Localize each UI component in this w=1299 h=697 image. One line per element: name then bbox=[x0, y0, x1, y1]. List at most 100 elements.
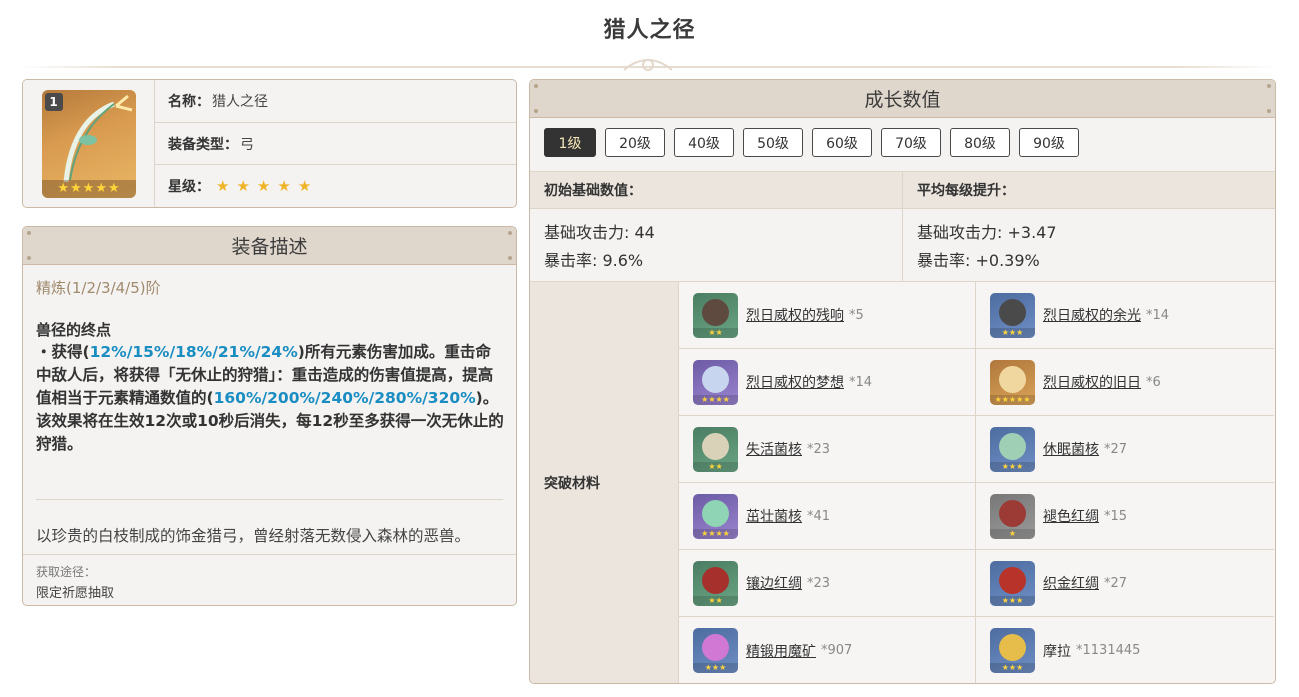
level-tab[interactable]: 1级 bbox=[544, 128, 596, 157]
material-item[interactable]: ★★★ 烈日威权的余光 *14 bbox=[976, 282, 1274, 349]
red-satin-icon: ★★ bbox=[693, 560, 738, 606]
material-item[interactable]: ★★★★ 烈日威权的梦想 *14 bbox=[679, 349, 976, 416]
material-count: *907 bbox=[821, 643, 853, 658]
star-icon: ★ bbox=[236, 177, 250, 196]
magic-ore-icon: ★★★ bbox=[693, 628, 738, 673]
material-count: *27 bbox=[1104, 441, 1128, 457]
material-item[interactable]: ★★★ 休眠菌核 *27 bbox=[976, 416, 1274, 483]
material-name[interactable]: 休眠菌核 bbox=[1043, 439, 1099, 459]
level-tab[interactable]: 20级 bbox=[605, 128, 665, 157]
star-icon: ★ bbox=[107, 181, 120, 196]
material-count: *27 bbox=[1104, 575, 1128, 591]
material-count: *6 bbox=[1146, 374, 1161, 390]
material-name[interactable]: 织金红绸 bbox=[1043, 573, 1099, 593]
material-name[interactable]: 茁壮菌核 bbox=[746, 506, 802, 526]
level-tab[interactable]: 50级 bbox=[743, 128, 803, 157]
level-tab[interactable]: 60级 bbox=[812, 128, 872, 157]
per-level-header: 平均每级提升： bbox=[917, 183, 1015, 199]
star-icon: ★ bbox=[297, 177, 312, 196]
star-icon: ★ bbox=[82, 181, 95, 196]
material-count: *14 bbox=[1146, 307, 1170, 323]
equipment-description-card: 装备描述 精炼(1/2/3/4/5)阶 兽径的终点 ・获得(12%/15%/18… bbox=[22, 226, 517, 606]
refinement-label: 精炼(1/2/3/4/5)阶 bbox=[36, 279, 161, 297]
stats-header-row: 初始基础数值： 平均每级提升： bbox=[530, 171, 1275, 209]
material-count: *23 bbox=[807, 575, 831, 591]
description-divider bbox=[36, 499, 503, 500]
type-value: 弓 bbox=[240, 136, 254, 153]
material-item[interactable]: ★★ 烈日威权的残响 *5 bbox=[679, 282, 976, 349]
level-tab[interactable]: 80级 bbox=[950, 128, 1010, 157]
mora-coin-icon: ★★★ bbox=[990, 628, 1035, 673]
passive-value-highlight: 12%/15%/18%/21%/24% bbox=[89, 343, 298, 361]
relic-mask-icon: ★★★★★ bbox=[990, 359, 1035, 405]
base-attack: 基础攻击力: 44 bbox=[544, 223, 655, 242]
level-tabs: 1级 20级 40级 50级 60级 70级 80级 90级 bbox=[544, 128, 1079, 157]
relic-mask-icon: ★★ bbox=[693, 292, 738, 338]
page-title: 猎人之径 bbox=[603, 18, 696, 43]
growth-stats-card: 成长数值 1级 20级 40级 50级 60级 70级 80级 90级 初始基础数值： 平均每… bbox=[529, 79, 1276, 684]
star-icon: ★ bbox=[70, 181, 82, 196]
relic-mask-icon: ★★★ bbox=[990, 292, 1035, 338]
per-level-attack: 基础攻击力: +3.47 bbox=[917, 223, 1057, 242]
source-section: 获取途径： 限定祈愿抽取 bbox=[23, 554, 516, 605]
materials-grid: ★★ 烈日威权的残响 *5 ★★★ 烈日威权的余光 *14 ★★★★ 烈日威权的梦想 *14 ★★… bbox=[679, 282, 1275, 683]
source-label: 获取途径： bbox=[36, 565, 97, 579]
star-icon: ★ bbox=[256, 177, 271, 196]
per-level-stats: 基础攻击力: +3.47 暴击率: +0.39% bbox=[903, 209, 1071, 281]
rarity-label: 星级： bbox=[168, 179, 210, 196]
material-name[interactable]: 烈日威权的残响 bbox=[746, 305, 844, 325]
passive-value-highlight: 160%/200%/240%/280%/320% bbox=[213, 389, 476, 407]
material-name[interactable]: 精锻用魔矿 bbox=[746, 641, 816, 661]
material-name[interactable]: 烈日威权的余光 bbox=[1043, 305, 1141, 325]
level-tab[interactable]: 70级 bbox=[881, 128, 941, 157]
red-satin-icon: ★★★ bbox=[990, 560, 1035, 606]
material-count: *15 bbox=[1104, 508, 1128, 524]
info-row-name: 名称： 猎人之径 bbox=[155, 80, 516, 123]
base-stats-header: 初始基础数值： bbox=[530, 172, 903, 208]
passive-description: ・获得(12%/15%/18%/21%/24%)所有元素伤害加成。重击命中敌人后… bbox=[36, 341, 506, 456]
type-label: 装备类型： bbox=[168, 136, 238, 153]
material-item[interactable]: ★★★ 织金红绸 *27 bbox=[976, 550, 1274, 617]
material-item[interactable]: ★★★ 摩拉 *1131445 bbox=[976, 617, 1274, 683]
fungal-nucleus-icon: ★★ bbox=[693, 426, 738, 472]
fungal-nucleus-icon: ★★★ bbox=[990, 426, 1035, 472]
description-header: 装备描述 bbox=[23, 227, 516, 265]
flavor-text: 以珍贵的白枝制成的饰金猎弓，曾经射落无数侵入森林的恶兽。 bbox=[36, 527, 471, 545]
material-name[interactable]: 烈日威权的梦想 bbox=[746, 372, 844, 392]
weapon-rarity-strip: ★ ★ ★ ★ ★ bbox=[41, 179, 136, 198]
material-item[interactable]: ★★★ 精锻用魔矿 *907 bbox=[679, 617, 976, 683]
weapon-bow-icon: 1 ★ ★ ★ ★ ★ bbox=[41, 89, 136, 198]
description-header-title: 装备描述 bbox=[231, 236, 308, 258]
materials-label: 突破材料 bbox=[530, 282, 679, 683]
material-count: *1131445 bbox=[1076, 643, 1141, 658]
level-tab[interactable]: 90级 bbox=[1019, 128, 1079, 157]
material-name[interactable]: 烈日威权的旧日 bbox=[1043, 372, 1141, 392]
growth-header: 成长数值 bbox=[530, 80, 1275, 118]
title-ornament-icon bbox=[623, 59, 673, 71]
fungal-nucleus-icon: ★★★★ bbox=[693, 493, 738, 539]
material-name[interactable]: 褪色红绸 bbox=[1043, 506, 1099, 526]
level-tab[interactable]: 40级 bbox=[674, 128, 734, 157]
material-count: *23 bbox=[807, 441, 831, 457]
material-name: 摩拉 bbox=[1043, 643, 1071, 660]
passive-text: ・获得( bbox=[36, 343, 90, 361]
material-item[interactable]: ★★ 镶边红绸 *23 bbox=[679, 550, 976, 617]
growth-header-title: 成长数值 bbox=[864, 89, 941, 111]
star-icon: ★ bbox=[95, 181, 107, 196]
material-count: *41 bbox=[807, 508, 831, 524]
material-name[interactable]: 镶边红绸 bbox=[746, 573, 802, 593]
material-item[interactable]: ★★ 失活菌核 *23 bbox=[679, 416, 976, 483]
material-item[interactable]: ★★★★ 茁壮菌核 *41 bbox=[679, 483, 976, 550]
material-count: *14 bbox=[849, 374, 873, 390]
info-row-type: 装备类型： 弓 bbox=[155, 123, 516, 166]
material-name[interactable]: 失活菌核 bbox=[746, 439, 802, 459]
material-item[interactable]: ★ 褪色红绸 *15 bbox=[976, 483, 1274, 550]
material-count: *5 bbox=[849, 307, 864, 323]
red-satin-icon: ★ bbox=[990, 493, 1035, 539]
star-icon: ★ bbox=[57, 181, 70, 196]
base-stats: 基础攻击力: 44 暴击率: 9.6% bbox=[530, 209, 903, 281]
ascension-materials: 突破材料 ★★ 烈日威权的残响 *5 ★★★ 烈日威权的余光 *14 ★★★★ 烈日威权的梦想… bbox=[530, 282, 1275, 683]
base-crit-rate: 暴击率: 9.6% bbox=[544, 251, 644, 270]
star-icon: ★ bbox=[277, 177, 291, 196]
material-item[interactable]: ★★★★★ 烈日威权的旧日 *6 bbox=[976, 349, 1274, 416]
